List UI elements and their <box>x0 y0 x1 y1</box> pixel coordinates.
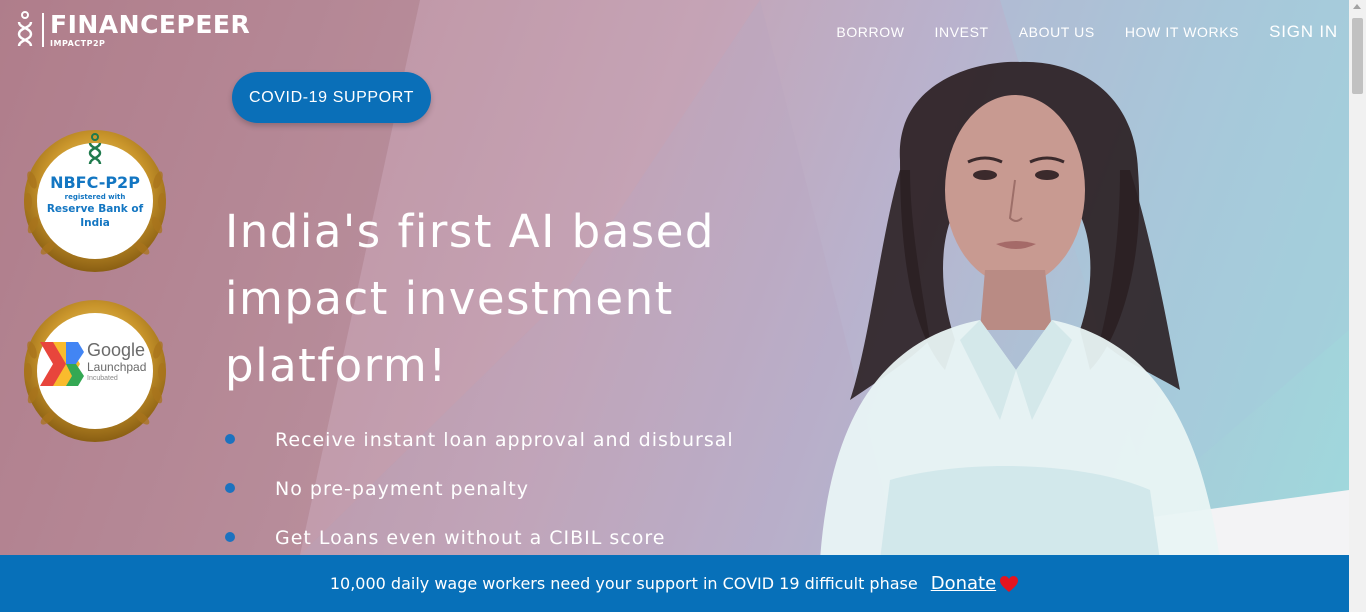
banner-message: 10,000 daily wage workers need your supp… <box>329 574 918 593</box>
covid-donation-banner: 10,000 daily wage workers need your supp… <box>0 555 1349 612</box>
heart-icon <box>1000 575 1019 592</box>
donate-link[interactable]: Donate <box>931 573 996 594</box>
nbfc-title: NBFC-P2P <box>50 173 140 192</box>
feature-text: Receive instant loan approval and disbur… <box>275 429 734 451</box>
feature-text: Get Loans even without a CIBIL score <box>275 527 666 549</box>
feature-list: Receive instant loan approval and disbur… <box>225 425 734 572</box>
google-launchpad-label: Launchpad <box>87 360 147 374</box>
scrollbar-thumb[interactable] <box>1352 18 1363 94</box>
nbfc-rbi-line1: Reserve Bank of <box>46 203 144 215</box>
nav-sign-in[interactable]: SIGN IN <box>1269 22 1338 42</box>
main-nav: BORROW INVEST ABOUT US HOW IT WORKS SIGN… <box>806 22 1338 42</box>
bullet-dot-icon <box>225 483 235 493</box>
headline-line-1: India's first AI based <box>225 205 715 258</box>
brand-tagline: IMPACTP2P <box>50 39 106 48</box>
nav-borrow[interactable]: BORROW <box>836 24 904 40</box>
bullet-dot-icon <box>225 434 235 444</box>
nbfc-p2p-badge: NBFC-P2P registered with Reserve Bank of… <box>20 130 170 272</box>
nbfc-registered: registered with <box>64 193 126 201</box>
google-launchpad-badge: Google Launchpad Incubated <box>20 300 170 442</box>
page-scrollbar[interactable] <box>1349 0 1366 612</box>
woman-portrait-image <box>820 61 1220 555</box>
nav-about-us[interactable]: ABOUT US <box>1019 24 1095 40</box>
financepeer-logo-icon <box>17 11 33 47</box>
hero-headline: India's first AI based impact investment… <box>225 198 785 399</box>
list-item: Receive instant loan approval and disbur… <box>225 425 734 474</box>
google-launchpad-text: Google Launchpad Incubated <box>87 340 146 384</box>
logo-separator <box>42 13 44 47</box>
logo-text: FINANCEPEER IMPACTP2P <box>50 10 251 49</box>
feature-text: No pre-payment penalty <box>275 478 529 500</box>
headline-line-2: impact investment <box>225 272 674 325</box>
financepeer-logo[interactable]: FINANCEPEER IMPACTP2P <box>14 10 250 50</box>
brand-name: FINANCEPEER <box>50 10 251 39</box>
google-incubated-label: Incubated <box>87 375 118 382</box>
nav-invest[interactable]: INVEST <box>935 24 989 40</box>
google-name: Google <box>87 340 146 360</box>
nbfc-text: NBFC-P2P registered with Reserve Bank of… <box>41 174 149 230</box>
bullet-dot-icon <box>225 532 235 542</box>
covid-support-button[interactable]: COVID-19 SUPPORT <box>232 72 431 123</box>
list-item: No pre-payment penalty <box>225 474 734 523</box>
headline-line-3: platform! <box>225 339 448 392</box>
nbfc-rbi-line2: India <box>80 217 110 229</box>
nav-how-it-works[interactable]: HOW IT WORKS <box>1125 24 1239 40</box>
scroll-up-arrow-icon[interactable] <box>1353 4 1361 9</box>
